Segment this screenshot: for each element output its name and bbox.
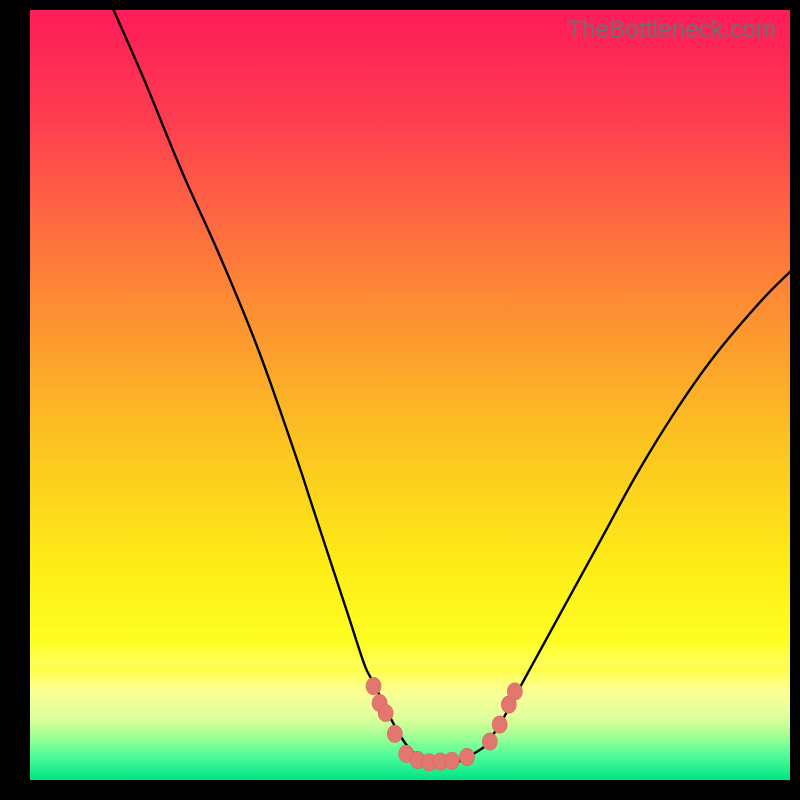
chart-frame: TheBottleneck.com [0,0,800,800]
marker-point [460,748,475,765]
plot-area: TheBottleneck.com [30,10,790,780]
marker-point [366,677,381,694]
marker-cluster [366,677,522,770]
marker-point [507,683,522,700]
marker-point [378,704,393,721]
curve-layer [30,10,790,780]
marker-point [444,752,459,769]
bottleneck-curve [114,10,790,763]
marker-point [482,733,497,750]
marker-point [387,725,402,742]
marker-point [492,716,507,733]
